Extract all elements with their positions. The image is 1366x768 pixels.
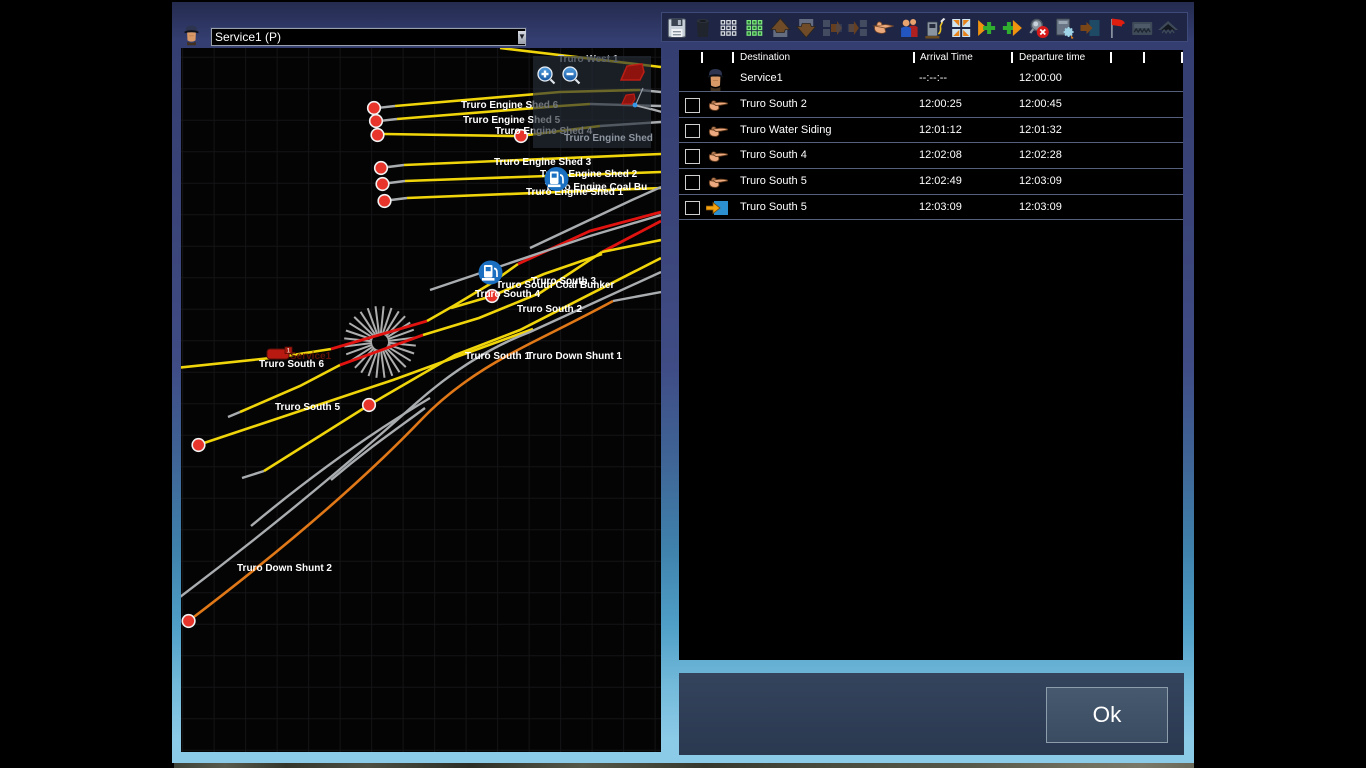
svg-text:Truro Down Shunt 1: Truro Down Shunt 1 [527, 351, 622, 362]
svg-text:Truro South 1: Truro South 1 [465, 351, 530, 362]
svg-text:Truro Engine Shed 1: Truro Engine Shed 1 [526, 187, 624, 198]
svg-text:Truro South 4: Truro South 4 [475, 289, 540, 300]
svg-text:Truro Engine Shed: Truro Engine Shed [564, 133, 653, 144]
svg-text:Truro South 5: Truro South 5 [275, 402, 340, 413]
svg-text:Truro South 2: Truro South 2 [517, 304, 582, 315]
svg-text:Truro Engine Shed 3: Truro Engine Shed 3 [494, 157, 592, 168]
svg-text:Truro South 6: Truro South 6 [259, 359, 324, 370]
svg-text:Truro Down Shunt 2: Truro Down Shunt 2 [237, 563, 332, 574]
